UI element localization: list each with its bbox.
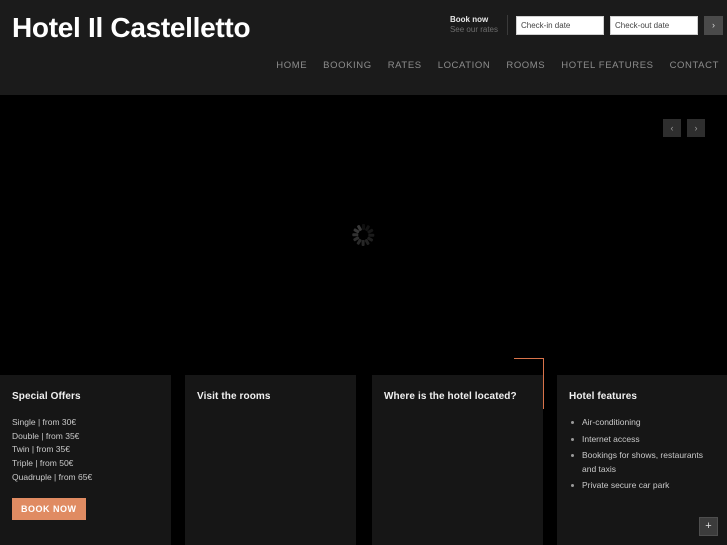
booking-submit-button[interactable]: › bbox=[704, 15, 723, 35]
offer-line: Double | from 35€ bbox=[12, 430, 80, 441]
offer-line: Twin | from 35€ bbox=[12, 444, 70, 455]
booking-widget-labels: Book now See our rates bbox=[450, 15, 508, 35]
nav-item-home[interactable]: HOME bbox=[276, 60, 307, 71]
list-item: Air-conditioning bbox=[569, 416, 715, 430]
list-item: Private secure car park bbox=[569, 479, 715, 493]
hero-slider: ‹ › bbox=[0, 95, 727, 375]
hotel-features-list: Air-conditioning Internet access Booking… bbox=[569, 416, 715, 493]
slider-navigation: ‹ › bbox=[663, 119, 705, 137]
book-now-label: Book now bbox=[449, 15, 489, 24]
offer-line: Single | from 30€ bbox=[12, 417, 77, 427]
nav-item-hotel-features[interactable]: HOTEL FEATURES bbox=[561, 60, 653, 71]
feature-panels: Special Offers Single | from 30€ Double … bbox=[0, 358, 727, 545]
list-item: Bookings for shows, restaurants and taxi… bbox=[569, 449, 715, 476]
nav-item-booking[interactable]: BOOKING bbox=[323, 60, 372, 71]
panel-visit-rooms[interactable]: Visit the rooms bbox=[185, 375, 356, 545]
page-root: Hotel Il Castelletto Book now See our ra… bbox=[0, 0, 727, 545]
offer-line: Quadruple | from 65€ bbox=[12, 471, 93, 482]
book-now-button[interactable]: BOOK NOW bbox=[12, 497, 86, 520]
nav-item-rates[interactable]: RATES bbox=[388, 60, 422, 71]
panel-location[interactable]: Where is the hotel located? bbox=[372, 375, 543, 545]
checkin-date-input[interactable] bbox=[516, 15, 604, 35]
booking-widget: Book now See our rates › bbox=[450, 15, 723, 35]
offer-line: Triple | from 50€ bbox=[12, 458, 74, 469]
panel-hotel-features: Hotel features Air-conditioning Internet… bbox=[557, 375, 727, 545]
see-rates-label[interactable]: See our rates bbox=[450, 25, 498, 35]
checkout-date-input[interactable] bbox=[610, 15, 698, 35]
slider-next-button[interactable]: › bbox=[687, 119, 705, 137]
site-logo[interactable]: Hotel Il Castelletto bbox=[12, 12, 251, 44]
slider-prev-button[interactable]: ‹ bbox=[663, 119, 681, 137]
loading-spinner-icon bbox=[352, 224, 375, 246]
visit-rooms-title: Visit the rooms bbox=[197, 391, 271, 402]
list-item: Internet access bbox=[569, 433, 715, 447]
site-header: Hotel Il Castelletto Book now See our ra… bbox=[0, 0, 727, 95]
expand-features-button[interactable]: + bbox=[699, 517, 718, 536]
hotel-features-title: Hotel features bbox=[569, 391, 638, 402]
nav-item-location[interactable]: LOCATION bbox=[438, 60, 491, 71]
main-navigation: HOME BOOKING RATES LOCATION ROOMS HOTEL … bbox=[276, 60, 719, 71]
nav-item-rooms[interactable]: ROOMS bbox=[506, 60, 545, 71]
special-offers-title: Special Offers bbox=[12, 391, 81, 402]
location-title: Where is the hotel located? bbox=[384, 391, 517, 402]
panel-special-offers: Special Offers Single | from 30€ Double … bbox=[0, 375, 171, 545]
nav-item-contact[interactable]: CONTACT bbox=[670, 60, 719, 71]
